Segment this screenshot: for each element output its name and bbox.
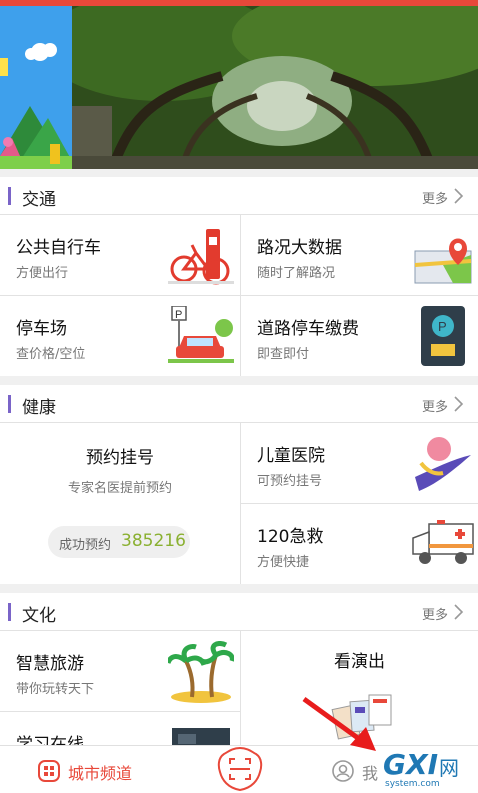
- section-title: 文化: [22, 606, 56, 626]
- count-value: 385216: [121, 531, 186, 551]
- item-title: 智慧旅游: [16, 654, 84, 674]
- more-link[interactable]: 更多: [422, 604, 448, 623]
- appointment-title: 预约挂号: [86, 448, 154, 468]
- more-link[interactable]: 更多: [422, 188, 448, 207]
- item-title: 儿童医院: [257, 446, 325, 466]
- cartoon-mountain-icon: [0, 6, 72, 169]
- culture-section-header: 文化 更多: [0, 593, 478, 631]
- tree-avenue-image: [42, 6, 478, 169]
- grid-item-traffic-data[interactable]: 路况大数据 随时了解路况: [241, 215, 478, 295]
- study-icon: [172, 728, 230, 745]
- banner-slide-prev[interactable]: [0, 6, 72, 169]
- more-link[interactable]: 更多: [422, 396, 448, 415]
- item-subtitle: 方便出行: [16, 266, 69, 281]
- grid-item-emergency-120[interactable]: 120急救 方便快捷: [241, 504, 478, 584]
- section-title: 健康: [22, 398, 56, 418]
- scan-button[interactable]: [216, 746, 264, 792]
- section-accent-bar: [8, 395, 11, 413]
- item-subtitle: 即查即付: [257, 347, 310, 362]
- culture-section: 文化 更多 智慧旅游 带你玩转天下 看演出 学习在线: [0, 593, 478, 745]
- grid-item-public-bike[interactable]: 公共自行车 方便出行: [0, 215, 240, 295]
- item-subtitle: 随时了解路况: [257, 266, 336, 281]
- svg-text:P: P: [438, 319, 447, 334]
- divider: [240, 631, 241, 745]
- svg-text:P: P: [175, 309, 182, 321]
- item-title: 看演出: [334, 652, 385, 672]
- traffic-section: 交通 更多 公共自行车 方便出行 路况大数据 随时了解路况 停车场 查价格/空位: [0, 177, 478, 376]
- child-hospital-icon: [415, 437, 471, 491]
- section-accent-bar: [8, 603, 11, 621]
- chevron-right-icon[interactable]: [452, 602, 466, 622]
- appointment-subtitle: 专家名医提前预约: [67, 481, 172, 496]
- item-subtitle: 查价格/空位: [16, 347, 86, 362]
- user-icon: [332, 760, 354, 782]
- grid-item-study-online[interactable]: 学习在线: [0, 712, 240, 745]
- parking-meter-icon: P: [421, 306, 465, 366]
- chevron-right-icon[interactable]: [452, 186, 466, 206]
- grid-item-road-parking-pay[interactable]: 道路停车缴费 即查即付 P: [241, 296, 478, 376]
- grid-item-appointment[interactable]: 预约挂号 专家名医提前预约 成功预约 385216: [0, 423, 240, 584]
- parking-car-icon: P: [168, 306, 234, 363]
- ambulance-icon: [412, 520, 474, 564]
- item-subtitle: 带你玩转天下: [16, 682, 95, 697]
- watermark-logo: GXI 网 system.com: [383, 748, 475, 792]
- traffic-section-header: 交通 更多: [0, 177, 478, 215]
- banner-carousel[interactable]: [0, 6, 478, 169]
- item-title: 学习在线: [16, 735, 84, 745]
- grid-item-parking-lot[interactable]: 停车场 查价格/空位 P: [0, 296, 240, 376]
- divider: [241, 503, 478, 504]
- red-arrow-annotation: [302, 696, 376, 751]
- item-title: 公共自行车: [16, 238, 101, 258]
- appointment-count-badge: 成功预约 385216: [48, 526, 190, 558]
- watermark-sub: system.com: [385, 779, 440, 789]
- item-title: 120急救: [257, 527, 324, 547]
- tab-label: 城市频道: [68, 764, 133, 783]
- grid-item-smart-tourism[interactable]: 智慧旅游 带你玩转天下: [0, 631, 240, 711]
- divider: [0, 711, 240, 712]
- health-section: 健康 更多 预约挂号 专家名医提前预约 成功预约 385216 儿童医院 可预约…: [0, 385, 478, 584]
- count-label: 成功预约: [59, 538, 112, 553]
- item-title: 停车场: [16, 319, 67, 339]
- palm-island-icon: [168, 641, 234, 703]
- banner-tree-photo[interactable]: [42, 6, 478, 169]
- item-title: 路况大数据: [257, 238, 342, 258]
- item-subtitle: 方便快捷: [257, 555, 310, 570]
- map-pin-icon: [414, 238, 472, 284]
- grid-icon: [38, 760, 60, 782]
- grid-item-children-hospital[interactable]: 儿童医院 可预约挂号: [241, 423, 478, 503]
- section-accent-bar: [8, 187, 11, 205]
- watermark-main: GXI: [383, 748, 438, 781]
- bicycle-icon: [168, 229, 234, 285]
- divider: [0, 295, 478, 296]
- item-subtitle: 可预约挂号: [257, 474, 323, 489]
- item-title: 道路停车缴费: [257, 319, 359, 339]
- tab-label: 我: [362, 764, 379, 783]
- chevron-right-icon[interactable]: [452, 394, 466, 414]
- tab-city-channel[interactable]: 城市频道: [38, 759, 148, 783]
- watermark-cn: 网: [439, 756, 459, 780]
- health-section-header: 健康 更多: [0, 385, 478, 423]
- section-title: 交通: [22, 190, 56, 210]
